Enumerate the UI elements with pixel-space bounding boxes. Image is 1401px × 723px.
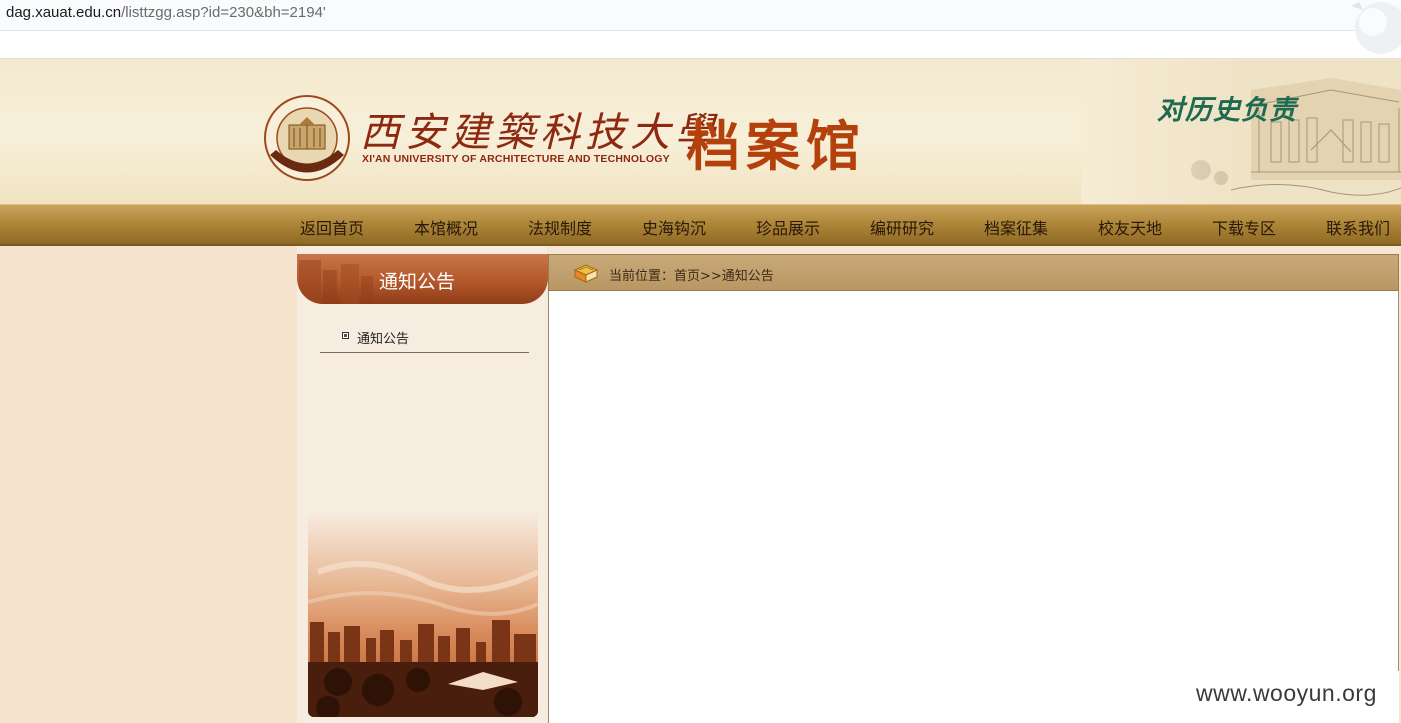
nav-item-alumni[interactable]: 校友天地: [1098, 215, 1162, 239]
nav-item-home[interactable]: 返回首页: [300, 215, 364, 239]
sidebar-header: 通知公告: [297, 254, 548, 304]
historic-building-illustration: [1081, 60, 1401, 204]
browser-address-bar[interactable]: dag.xauat.edu.cn/listtzgg.asp?id=230&bh=…: [0, 0, 1401, 31]
site-header-banner: 西安建築科技大學 XI'AN UNIVERSITY OF ARCHITECTUR…: [0, 60, 1401, 204]
motto-calligraphy: 对历史负责: [1157, 95, 1297, 126]
main-nav-bar: 返回首页 本馆概况 法规制度 史海钩沉 珍品展示 编研研究 档案征集 校友天地 …: [0, 204, 1401, 246]
campus-skyline-photo: [308, 512, 538, 717]
nav-item-contact[interactable]: 联系我们: [1326, 215, 1390, 239]
browser-decoration-icon: [1351, 2, 1401, 54]
bullet-icon: [342, 332, 349, 339]
nav-item-research[interactable]: 编研研究: [870, 215, 934, 239]
nav-item-overview[interactable]: 本馆概况: [414, 215, 478, 239]
breadcrumb-text: 当前位置：首页>>通知公告: [609, 269, 774, 284]
university-seal-logo: [264, 95, 350, 181]
sidebar-title: 通知公告: [378, 271, 455, 293]
nav-item-history[interactable]: 史海钩沉: [642, 215, 706, 239]
book-icon: [573, 264, 599, 283]
university-name-cn: 西安建築科技大學: [360, 110, 720, 156]
browser-toolbar-strip: [0, 31, 1401, 59]
watermark-text: www.wooyun.org: [1196, 680, 1377, 706]
nav-item-collection[interactable]: 档案征集: [984, 215, 1048, 239]
main-content-area: [548, 291, 1399, 672]
breadcrumb: 当前位置：首页>>通知公告: [548, 254, 1399, 291]
url-path: /listtzgg.asp?id=230&bh=2194': [121, 4, 326, 21]
nav-item-treasures[interactable]: 珍品展示: [756, 215, 820, 239]
nav-item-downloads[interactable]: 下载专区: [1212, 215, 1276, 239]
site-title: 档案馆: [686, 115, 866, 178]
url-text[interactable]: dag.xauat.edu.cn/listtzgg.asp?id=230&bh=…: [6, 4, 326, 21]
nav-item-regulations[interactable]: 法规制度: [528, 215, 592, 239]
university-name-en: XI'AN UNIVERSITY OF ARCHITECTURE AND TEC…: [362, 153, 670, 165]
url-host: dag.xauat.edu.cn: [6, 4, 122, 21]
sidebar-item-label[interactable]: 通知公告: [357, 328, 409, 347]
left-margin: [0, 246, 297, 723]
sidebar-item-notices[interactable]: 通知公告: [320, 322, 529, 353]
